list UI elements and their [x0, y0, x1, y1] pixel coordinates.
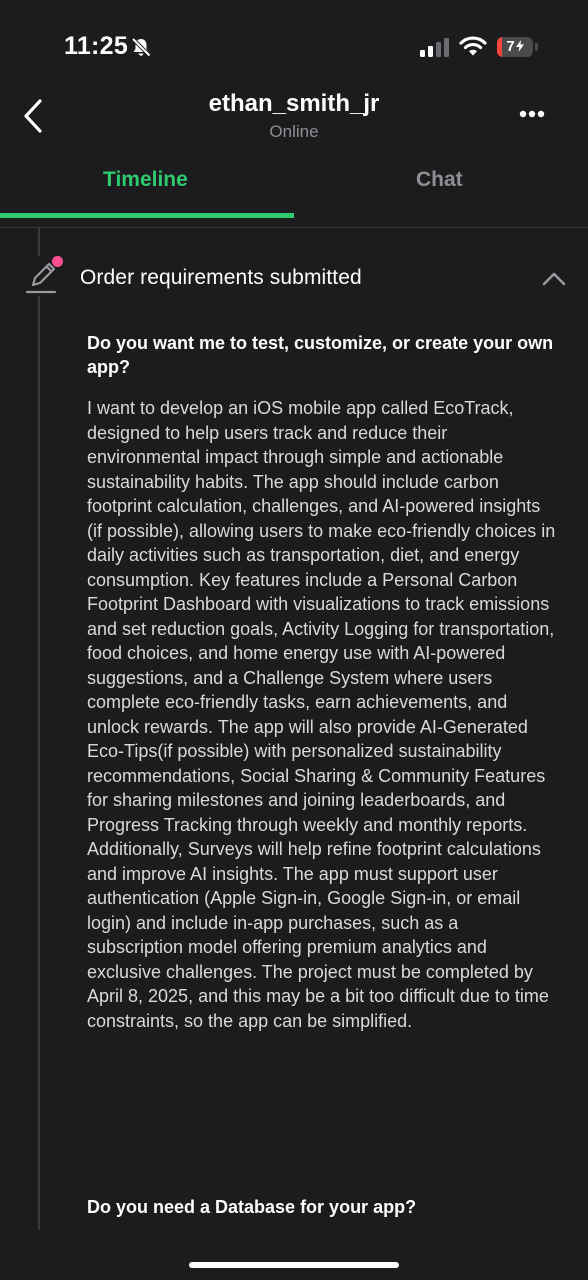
tabs-divider: [0, 227, 588, 228]
more-options-button[interactable]: [514, 102, 550, 126]
tab-bar: Timeline Chat: [0, 150, 588, 228]
battery-nub: [535, 43, 538, 51]
status-bar: 11:25 7: [0, 0, 588, 80]
chat-header: ethan_smith_jr Online: [0, 80, 588, 150]
more-icon: [519, 110, 545, 118]
timeline-line: [38, 228, 40, 1230]
signal-icon: [420, 37, 450, 62]
notification-dot: [52, 256, 63, 267]
contact-name[interactable]: ethan_smith_jr: [0, 90, 588, 118]
tab-chat[interactable]: Chat: [416, 168, 463, 192]
online-status: Online: [269, 122, 319, 141]
wifi-icon: [459, 35, 487, 62]
question-heading: Do you want me to test, customize, or cr…: [87, 333, 554, 377]
answer-text: I want to develop an iOS mobile app call…: [87, 398, 556, 1031]
home-indicator[interactable]: [189, 1262, 399, 1268]
battery-level: 7: [497, 38, 533, 55]
status-time: 11:25: [64, 32, 129, 60]
chevron-up-icon[interactable]: [541, 270, 567, 293]
active-tab-indicator: [0, 213, 294, 218]
tab-timeline[interactable]: Timeline: [103, 168, 188, 192]
bell-slash-icon: [130, 36, 152, 63]
question-heading: Do you need a Database for your app?: [87, 1197, 417, 1217]
battery-icon: 7: [497, 37, 533, 57]
section-title[interactable]: Order requirements submitted: [80, 266, 362, 290]
